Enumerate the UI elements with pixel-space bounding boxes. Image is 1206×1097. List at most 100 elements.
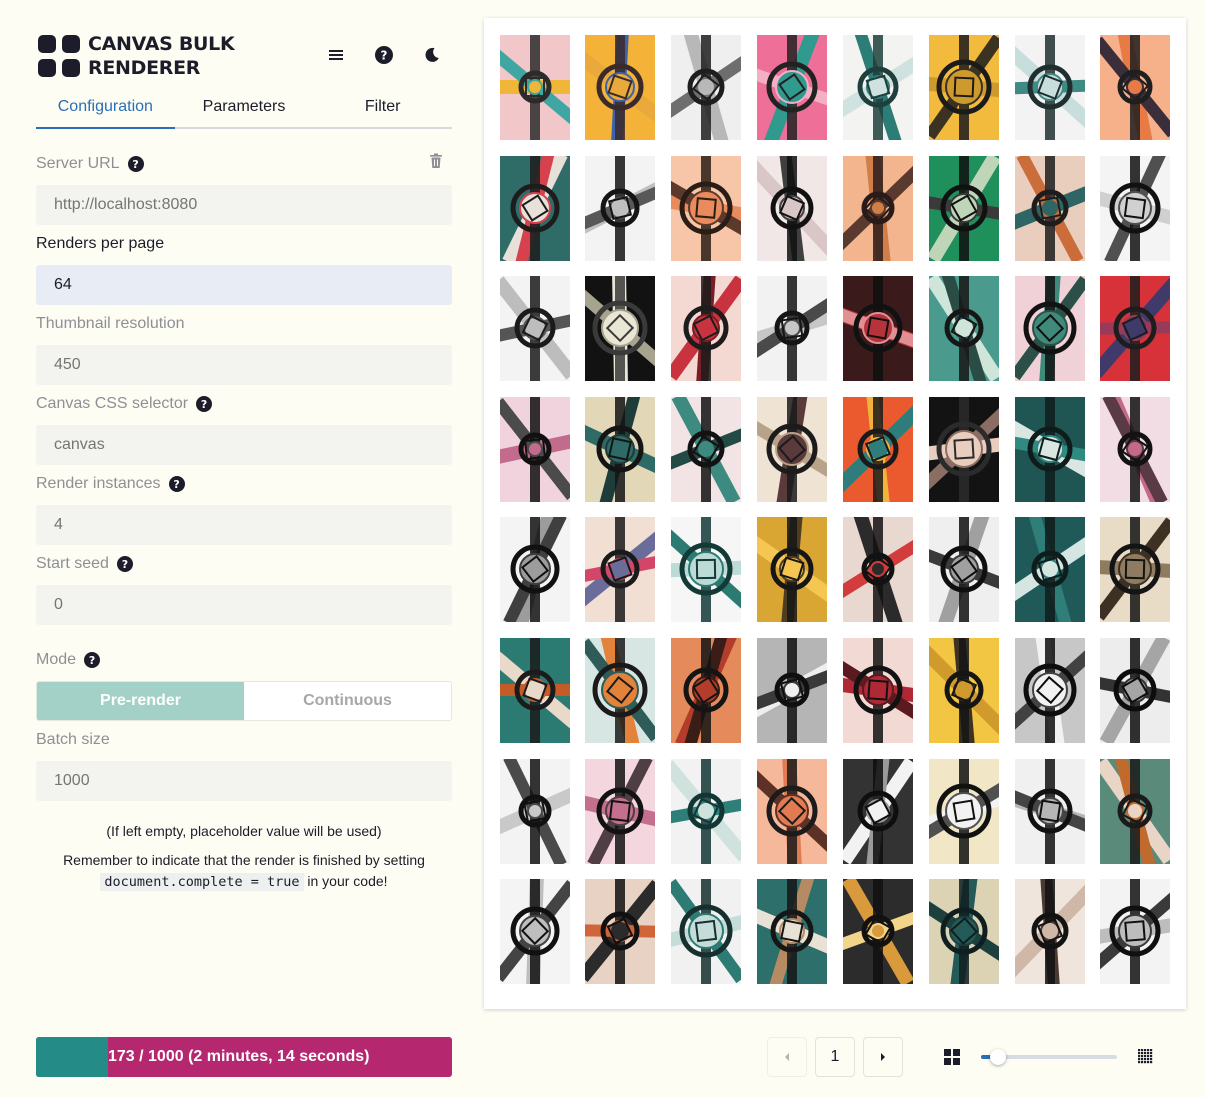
render-thumbnail[interactable]	[671, 276, 741, 381]
start-seed-label-text: Start seed	[36, 555, 109, 572]
render-thumbnail[interactable]	[585, 35, 655, 140]
render-thumbnail[interactable]	[1100, 276, 1170, 381]
mode-pre-render-button[interactable]: Pre-render	[37, 682, 244, 720]
render-thumbnail[interactable]	[843, 35, 913, 140]
previous-page-button[interactable]	[767, 1037, 807, 1077]
render-thumbnail[interactable]	[929, 35, 999, 140]
renders-per-page-input[interactable]: 64	[36, 265, 452, 305]
render-thumbnail[interactable]	[671, 638, 741, 743]
render-thumbnail[interactable]	[757, 517, 827, 622]
render-thumbnail[interactable]	[929, 397, 999, 502]
render-thumbnail[interactable]	[843, 517, 913, 622]
render-thumbnail[interactable]	[500, 638, 570, 743]
grid-large-icon[interactable]	[944, 1049, 960, 1065]
render-thumbnail[interactable]	[1015, 879, 1085, 984]
page-number-input[interactable]: 1	[815, 1037, 855, 1077]
render-thumbnail[interactable]	[1100, 879, 1170, 984]
mode-label: Mode ?	[36, 651, 101, 669]
render-thumbnail[interactable]	[757, 638, 827, 743]
render-thumbnail[interactable]	[1015, 759, 1085, 864]
next-page-button[interactable]	[863, 1037, 903, 1077]
render-thumbnail[interactable]	[843, 276, 913, 381]
menu-button[interactable]	[325, 44, 347, 66]
tab-configuration[interactable]: Configuration	[36, 88, 175, 129]
render-thumbnail[interactable]	[671, 879, 741, 984]
render-thumbnail[interactable]	[757, 759, 827, 864]
render-thumbnail[interactable]	[671, 156, 741, 261]
render-thumbnail[interactable]	[1100, 35, 1170, 140]
help-icon[interactable]: ?	[116, 556, 133, 572]
help-icon[interactable]: ?	[196, 396, 213, 412]
thumbnail-resolution-input[interactable]	[36, 345, 452, 385]
render-thumbnail[interactable]	[843, 156, 913, 261]
render-thumbnail[interactable]	[500, 35, 570, 140]
start-seed-input[interactable]	[36, 585, 452, 625]
render-thumbnail[interactable]	[671, 517, 741, 622]
render-thumbnail[interactable]	[585, 276, 655, 381]
render-thumbnail[interactable]	[1100, 156, 1170, 261]
mode-continuous-button[interactable]: Continuous	[244, 682, 451, 720]
render-thumbnail[interactable]	[671, 759, 741, 864]
render-instances-input[interactable]	[36, 505, 452, 545]
render-thumbnail[interactable]	[929, 156, 999, 261]
render-thumbnail[interactable]	[929, 879, 999, 984]
render-thumbnail[interactable]	[1100, 517, 1170, 622]
render-thumbnail[interactable]	[757, 35, 827, 140]
render-thumbnail[interactable]	[671, 397, 741, 502]
server-url-input[interactable]	[36, 185, 452, 225]
render-thumbnail[interactable]	[843, 879, 913, 984]
render-thumbnail[interactable]	[585, 397, 655, 502]
render-thumbnail[interactable]	[500, 759, 570, 864]
canvas-selector-input[interactable]	[36, 425, 452, 465]
render-thumbnail[interactable]	[1015, 276, 1085, 381]
help-icon[interactable]: ?	[84, 652, 101, 668]
render-thumbnail[interactable]	[1015, 397, 1085, 502]
render-thumbnail[interactable]	[585, 879, 655, 984]
render-thumbnail[interactable]	[929, 759, 999, 864]
render-thumbnail[interactable]	[843, 759, 913, 864]
render-thumbnail[interactable]	[757, 397, 827, 502]
render-thumbnail[interactable]	[500, 879, 570, 984]
dark-mode-button[interactable]	[421, 44, 443, 66]
render-thumbnail[interactable]	[757, 276, 827, 381]
placeholder-note: (If left empty, placeholder value will b…	[106, 823, 382, 839]
render-thumbnail[interactable]	[1100, 638, 1170, 743]
help-icon[interactable]: ?	[127, 156, 144, 172]
render-gallery	[484, 18, 1186, 1009]
svg-text:?: ?	[381, 49, 388, 63]
app-title-line-2: RENDERER	[88, 57, 201, 79]
render-thumbnail[interactable]	[1015, 156, 1085, 261]
render-thumbnail[interactable]	[929, 517, 999, 622]
canvas-selector-label: Canvas CSS selector ?	[36, 395, 213, 413]
grid-dense-icon[interactable]	[1138, 1049, 1153, 1064]
render-thumbnail[interactable]	[843, 638, 913, 743]
batch-size-label-text: Batch size	[36, 731, 110, 748]
render-thumbnail[interactable]	[671, 35, 741, 140]
render-thumbnail[interactable]	[1015, 35, 1085, 140]
render-thumbnail[interactable]	[500, 276, 570, 381]
render-thumbnail[interactable]	[500, 397, 570, 502]
batch-size-input[interactable]	[36, 761, 452, 801]
help-icon[interactable]: ?	[168, 476, 185, 492]
render-thumbnail[interactable]	[585, 638, 655, 743]
render-thumbnail[interactable]	[500, 517, 570, 622]
help-button[interactable]: ?	[373, 44, 395, 66]
tab-filter[interactable]: Filter	[313, 88, 452, 127]
render-thumbnail[interactable]	[585, 517, 655, 622]
render-thumbnail[interactable]	[929, 638, 999, 743]
app-logo: CANVAS BULK RENDERER	[38, 32, 235, 80]
render-thumbnail[interactable]	[1015, 638, 1085, 743]
grid-size-slider-handle[interactable]	[990, 1049, 1006, 1065]
render-thumbnail[interactable]	[843, 397, 913, 502]
render-thumbnail[interactable]	[1100, 397, 1170, 502]
render-thumbnail[interactable]	[757, 156, 827, 261]
render-thumbnail[interactable]	[1100, 759, 1170, 864]
tab-parameters[interactable]: Parameters	[175, 88, 314, 127]
render-thumbnail[interactable]	[757, 879, 827, 984]
render-thumbnail[interactable]	[585, 759, 655, 864]
render-thumbnail[interactable]	[585, 156, 655, 261]
render-thumbnail[interactable]	[929, 276, 999, 381]
render-thumbnail[interactable]	[500, 156, 570, 261]
trash-icon[interactable]	[429, 153, 443, 169]
render-thumbnail[interactable]	[1015, 517, 1085, 622]
